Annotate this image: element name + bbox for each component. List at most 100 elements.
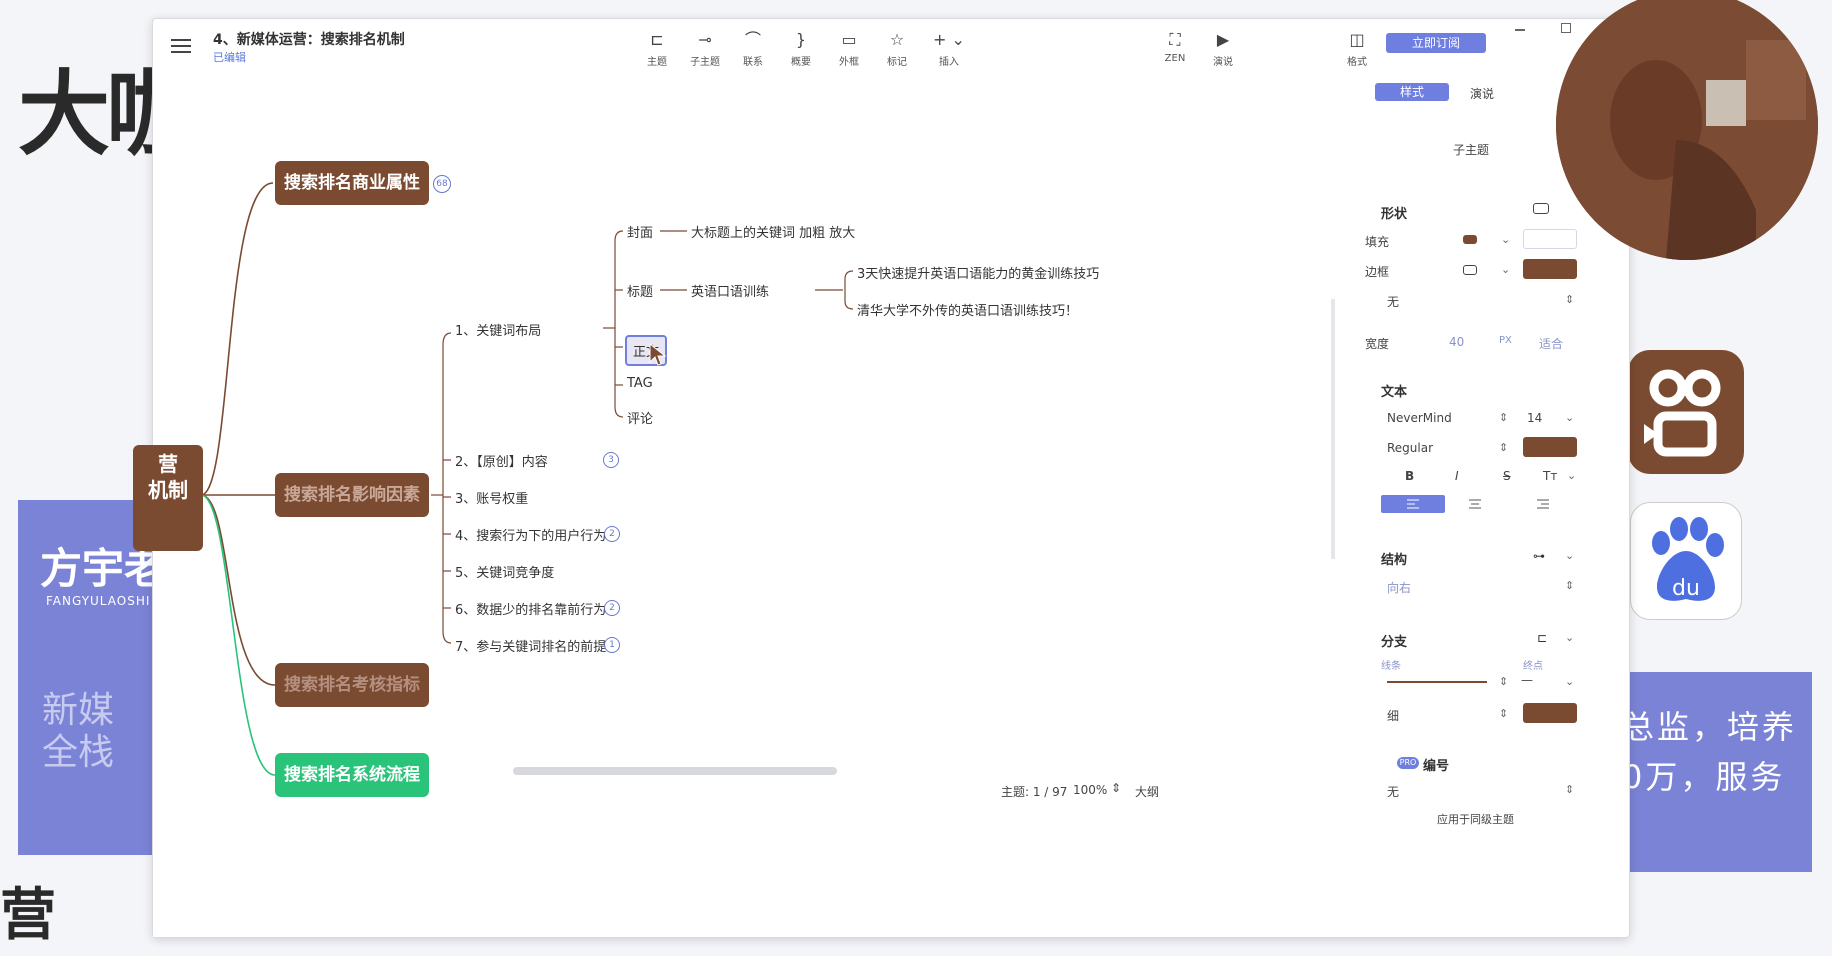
tab-pitch[interactable]: 演说 — [1470, 85, 1494, 102]
stepper-icon[interactable]: ⇕ — [1565, 579, 1574, 592]
mindmap-canvas[interactable]: 营 机制 搜索排名商业属性 68 搜索排名影响因素 搜索排名考核指标 搜索排名系… — [133, 75, 1331, 937]
chevron-down-icon[interactable]: ⌄ — [1567, 469, 1576, 482]
numbering-select[interactable]: 无 — [1387, 783, 1399, 800]
chevron-down-icon[interactable]: ⌄ — [1501, 263, 1510, 276]
factor-item-count-badge[interactable]: 3 — [603, 452, 619, 468]
factor-item-count-badge[interactable]: 2 — [604, 600, 620, 616]
align-center-button[interactable] — [1465, 495, 1485, 513]
root-topic[interactable]: 营 机制 — [133, 445, 203, 551]
cover-note[interactable]: 大标题上的关键词 加粗 放大 — [691, 222, 855, 241]
shape-preview-icon[interactable] — [1533, 203, 1549, 214]
minimize-icon[interactable] — [1515, 29, 1525, 31]
zoom-stepper-icon[interactable]: ⇕ — [1111, 781, 1121, 795]
stepper-icon[interactable]: ⇕ — [1499, 441, 1508, 454]
branch-commercial[interactable]: 搜索排名商业属性 — [275, 161, 429, 205]
align-left-button[interactable] — [1381, 495, 1445, 513]
structure-section-header[interactable]: 结构 — [1381, 549, 1407, 568]
document-title[interactable]: 4、新媒体运营：搜索排名机制 — [213, 29, 405, 49]
hamburger-icon[interactable] — [171, 37, 191, 53]
branch-factors[interactable]: 搜索排名影响因素 — [275, 473, 429, 517]
toolbar-marker-button[interactable]: ☆ 标记 — [875, 31, 919, 69]
numbering-section-header[interactable]: 编号 — [1423, 755, 1449, 774]
apply-to-siblings-label[interactable]: 应用于同级主题 — [1437, 811, 1514, 827]
factor-item[interactable]: 7、参与关键词排名的前提 — [455, 636, 606, 655]
stepper-icon[interactable]: ⇕ — [1499, 707, 1508, 720]
branch-style-icon[interactable]: ⊏ — [1537, 631, 1547, 645]
bold-button[interactable]: B — [1405, 469, 1414, 483]
width-input[interactable]: 40 — [1449, 335, 1464, 349]
outline-toggle[interactable]: 大纲 — [1135, 783, 1159, 800]
layout-item-tag[interactable]: TAG — [627, 376, 653, 391]
border-style-select[interactable]: 无 — [1387, 293, 1399, 310]
chevron-down-icon[interactable]: ⌄ — [1565, 549, 1574, 562]
factor-item[interactable]: 6、数据少的排名靠前行为 — [455, 599, 606, 618]
border-shape-icon[interactable] — [1463, 265, 1477, 275]
toolbar-insert-button[interactable]: + ⌄ 插入 — [927, 31, 971, 69]
panel-scrollbar[interactable] — [1331, 299, 1335, 559]
text-section-header[interactable]: 文本 — [1381, 381, 1407, 400]
factor-item[interactable]: 1、关键词布局 — [455, 320, 541, 339]
font-weight-select[interactable]: Regular — [1387, 441, 1433, 455]
svg-text:du: du — [1672, 576, 1700, 601]
toolbar-format-button[interactable]: ◫ 格式 — [1335, 31, 1379, 69]
text-color-swatch[interactable] — [1523, 437, 1577, 457]
strikethrough-button[interactable]: S — [1503, 469, 1511, 483]
toolbar-summary-button[interactable]: } 概要 — [779, 30, 823, 69]
zoom-level[interactable]: 100% — [1073, 783, 1107, 797]
width-fit-button[interactable]: 适合 — [1539, 335, 1563, 352]
branch-metrics[interactable]: 搜索排名考核指标 — [275, 663, 429, 707]
factor-item-count-badge[interactable]: 2 — [604, 526, 620, 542]
factor-item[interactable]: 4、搜索行为下的用户行为 — [455, 525, 606, 544]
line-label: 线条 — [1381, 661, 1401, 672]
stepper-icon[interactable]: ⇕ — [1499, 675, 1508, 688]
toolbar-pitch-button[interactable]: ▶ 演说 — [1201, 31, 1245, 69]
layout-item-cover[interactable]: 封面 — [627, 222, 653, 241]
stepper-icon[interactable]: ⇕ — [1565, 783, 1574, 796]
title-note[interactable]: 英语口语训练 — [691, 281, 769, 300]
chevron-down-icon[interactable]: ⌄ — [1565, 411, 1574, 424]
toolbar-relationship-button[interactable]: ⌒ 联系 — [731, 31, 775, 69]
maximize-icon[interactable] — [1561, 23, 1571, 33]
fill-color-swatch[interactable] — [1463, 235, 1477, 244]
horizontal-scrollbar[interactable] — [513, 767, 837, 775]
title-example-item[interactable]: 3天快速提升英语口语能力的黄金训练技巧 — [857, 263, 1099, 282]
shape-section-header[interactable]: 形状 — [1381, 203, 1407, 222]
toolbar-subtopic-button[interactable]: ⊸ 子主题 — [683, 31, 727, 69]
layout-item-comment[interactable]: 评论 — [627, 408, 653, 427]
slide-right-text-2: 0万，服务 — [1622, 758, 1786, 796]
factor-item[interactable]: 3、账号权重 — [455, 488, 528, 507]
chevron-down-icon[interactable]: ⌄ — [1565, 631, 1574, 644]
factor-item[interactable]: 2、【原创】内容 — [455, 451, 548, 470]
line-style-select[interactable] — [1387, 681, 1487, 683]
line-end-select[interactable]: — — [1521, 673, 1533, 687]
summary-icon: } — [795, 30, 807, 49]
toolbar-topic-button[interactable]: ⊏ 主题 — [635, 31, 679, 69]
branch-commercial-count-badge[interactable]: 68 — [433, 175, 451, 193]
branch-color-swatch[interactable] — [1523, 703, 1577, 723]
tab-style[interactable]: 样式 — [1375, 83, 1449, 101]
subscribe-button[interactable]: 立即订阅 — [1386, 33, 1486, 53]
font-family-select[interactable]: NeverMind — [1387, 411, 1452, 425]
structure-icon[interactable]: ⊶ — [1533, 549, 1545, 563]
font-size-select[interactable]: 14 — [1527, 411, 1542, 425]
toolbar-boundary-button[interactable]: ▭ 外框 — [827, 31, 871, 69]
line-thickness-select[interactable]: 细 — [1387, 707, 1399, 724]
branch-section-header[interactable]: 分支 — [1381, 631, 1407, 650]
align-left-icon — [1407, 499, 1419, 509]
title-example-item[interactable]: 清华大学不外传的英语口语训练技巧！ — [857, 300, 1078, 319]
structure-select[interactable]: 向右 — [1387, 579, 1411, 596]
chevron-down-icon[interactable]: ⌄ — [1565, 675, 1574, 688]
chevron-down-icon[interactable]: ⌄ — [1501, 233, 1510, 246]
factor-item-count-badge[interactable]: 1 — [604, 637, 620, 653]
layout-item-title[interactable]: 标题 — [627, 281, 653, 300]
branch-process[interactable]: 搜索排名系统流程 — [275, 753, 429, 797]
factor-item[interactable]: 5、关键词竞争度 — [455, 562, 554, 581]
fill-color-picker[interactable] — [1523, 229, 1577, 249]
border-color-swatch[interactable] — [1523, 259, 1577, 279]
stepper-icon[interactable]: ⇕ — [1499, 411, 1508, 424]
toolbar-zen-button[interactable]: ⛶ ZEN — [1153, 31, 1197, 65]
text-case-button[interactable]: Tт — [1543, 469, 1557, 483]
italic-button[interactable]: I — [1455, 469, 1459, 483]
stepper-icon[interactable]: ⇕ — [1565, 293, 1574, 306]
align-right-button[interactable] — [1533, 495, 1553, 513]
